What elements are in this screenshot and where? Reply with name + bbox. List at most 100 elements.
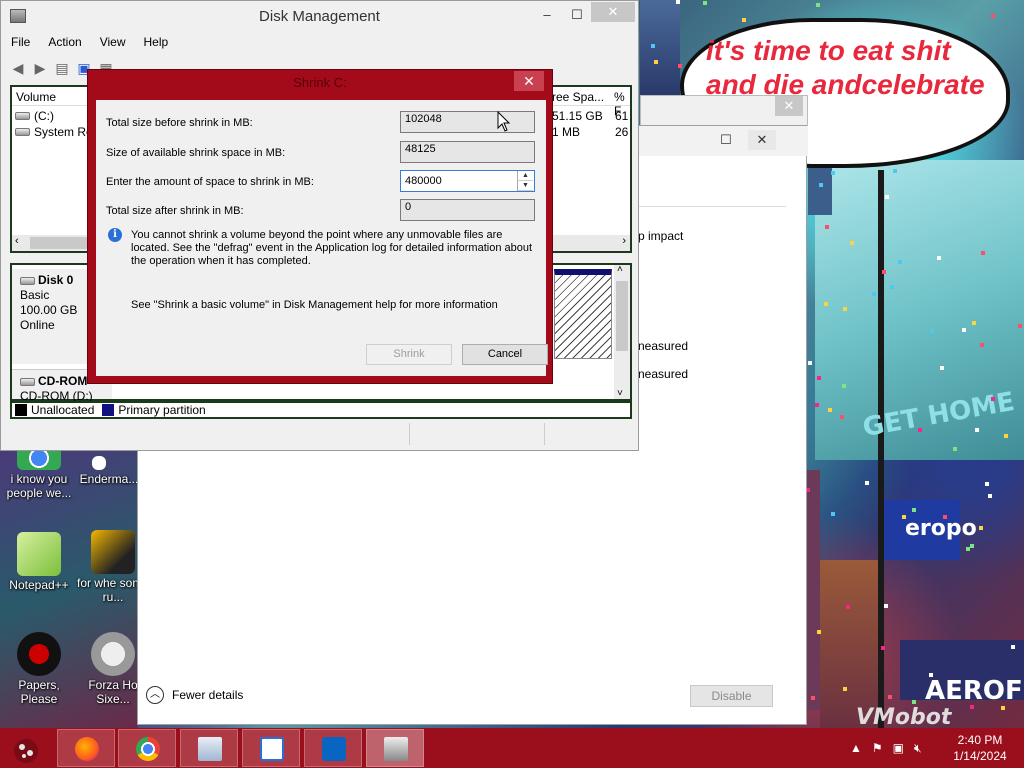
confetti-piece	[930, 328, 935, 333]
confetti-piece	[911, 507, 916, 512]
cancel-button[interactable]: Cancel	[462, 344, 548, 365]
list-item-startup-impact: neasured	[638, 367, 689, 381]
confetti-piece	[888, 695, 893, 700]
dialog-title: Shrink C:	[293, 75, 347, 90]
scroll-down-icon[interactable]: ˅	[617, 388, 623, 399]
column-header-startup-impact[interactable]: p impact	[638, 229, 683, 243]
scrollbar-thumb[interactable]	[30, 237, 90, 249]
taskbar-outlook[interactable]	[304, 729, 362, 767]
shrink-dialog-body: Total size before shrink in MB: 102048 S…	[96, 100, 548, 376]
menu-item-view[interactable]: View	[90, 33, 134, 53]
confetti-piece	[979, 342, 984, 347]
confetti-piece	[816, 376, 821, 381]
disk-icon	[20, 276, 35, 285]
desktop-icon-papers-please[interactable]: Papers, Please	[2, 632, 76, 706]
close-button[interactable]: ✕	[514, 71, 544, 91]
cd-rom-name: CD-ROM	[38, 374, 88, 388]
chrome-icon	[136, 737, 160, 761]
confetti-piece	[971, 321, 976, 326]
action-center-icon[interactable]: ⚑	[872, 741, 883, 755]
confetti-piece	[974, 427, 979, 432]
confetti-piece	[850, 240, 855, 245]
maximize-button[interactable]: ☐	[712, 130, 740, 150]
confetti-piece	[741, 17, 746, 22]
status-bar	[10, 423, 632, 445]
show-hidden-icons-icon[interactable]: ▲	[850, 741, 862, 755]
confetti-piece	[846, 604, 851, 609]
partition-block-unallocated[interactable]	[554, 269, 612, 359]
volume-row-c[interactable]: (C:)	[15, 109, 54, 123]
confetti-piece	[810, 695, 815, 700]
drive-icon	[15, 128, 30, 136]
confetti-piece	[865, 481, 870, 486]
confetti-piece	[1004, 433, 1009, 438]
list-item-startup-impact: neasured	[638, 339, 689, 353]
legend: Unallocated Primary partition	[10, 401, 632, 419]
scroll-up-icon[interactable]: ˄	[617, 264, 623, 275]
fewer-details-button[interactable]: ︿ Fewer details	[146, 686, 243, 704]
spin-down-icon[interactable]: ▼	[518, 181, 533, 191]
disk-name: Disk 0	[38, 273, 74, 287]
confetti-piece	[991, 396, 996, 401]
confetti-piece	[825, 224, 830, 229]
confetti-piece	[842, 383, 847, 388]
desktop-icon-enderman[interactable]: Enderma...	[72, 456, 146, 486]
desktop-icon-notepad-plus-plus[interactable]: Notepad++	[2, 532, 76, 592]
taskbar-firefox[interactable]	[57, 729, 115, 767]
scroll-right-icon[interactable]: ›	[622, 235, 626, 247]
confetti-piece	[823, 301, 828, 306]
close-button[interactable]: ✕	[775, 96, 803, 116]
desktop-icon-i-know-you[interactable]: i know you people we...	[2, 446, 76, 500]
confetti-piece	[840, 414, 845, 419]
taskbar-chrome[interactable]	[118, 729, 176, 767]
scrollbar-thumb[interactable]	[616, 281, 628, 351]
close-button[interactable]: ✕	[748, 130, 776, 150]
desktop-icon-label: i know you people we...	[6, 472, 72, 500]
clock[interactable]: 2:40 PM 1/14/2024	[945, 732, 1015, 764]
confetti-piece	[898, 260, 903, 265]
column-header-free-space[interactable]: ree Spa...	[552, 90, 604, 104]
window-titlebar: ☐ ✕	[638, 126, 808, 156]
confetti-piece	[929, 673, 934, 678]
legend-swatch-unallocated	[15, 404, 27, 416]
column-header-volume[interactable]: Volume	[16, 90, 56, 104]
taskbar-remote-app[interactable]	[242, 729, 300, 767]
wallpaper-building	[640, 0, 680, 95]
scroll-left-icon[interactable]: ‹	[15, 235, 19, 247]
enter-amount-label: Enter the amount of space to shrink in M…	[106, 176, 314, 188]
volume-percent-free: 26	[615, 125, 629, 139]
start-button[interactable]	[6, 733, 46, 765]
maximize-button[interactable]: ☐	[563, 5, 591, 25]
disable-button[interactable]: Disable	[690, 685, 773, 707]
taskbar-task-manager[interactable]	[180, 729, 238, 767]
menu-item-action[interactable]: Action	[38, 33, 89, 53]
network-icon[interactable]: ▣	[893, 741, 904, 755]
shrink-amount-input[interactable]: 480000	[400, 170, 535, 192]
taskbar-disk-management[interactable]	[366, 729, 424, 767]
close-button[interactable]: ✕	[591, 2, 635, 22]
confetti-piece	[885, 195, 890, 200]
back-arrow-icon[interactable]: ◀	[9, 59, 27, 77]
minimize-button[interactable]: –	[533, 5, 561, 25]
desktop-icon-label: Enderma...	[79, 472, 139, 486]
clock-date: 1/14/2024	[953, 749, 1007, 763]
shrink-dialog: Shrink C: ✕ Total size before shrink in …	[87, 69, 553, 384]
confetti-piece	[842, 686, 847, 691]
menu-item-file[interactable]: File	[1, 33, 38, 53]
spin-up-icon[interactable]: ▲	[518, 171, 533, 181]
confetti-piece	[675, 0, 680, 5]
volume-muted-icon[interactable]: 🔇︎	[914, 741, 922, 756]
shrink-button[interactable]: Shrink	[366, 344, 452, 365]
menu-item-help[interactable]: Help	[134, 33, 177, 53]
flash-icon	[91, 632, 135, 676]
confetti-piece	[917, 428, 922, 433]
vertical-scrollbar[interactable]: ˄ ˅	[614, 264, 630, 399]
shrink-amount-spinner[interactable]: ▲ ▼	[517, 171, 533, 191]
fewer-details-label: Fewer details	[172, 688, 244, 702]
forward-arrow-icon[interactable]: ▶	[31, 59, 49, 77]
tab-strip	[638, 179, 786, 207]
show-hide-tree-icon[interactable]: ▤	[53, 59, 71, 77]
confetti-piece	[965, 546, 970, 551]
volume-percent-free: 61	[615, 109, 629, 123]
desktop-icon-label: Notepad++	[9, 578, 69, 592]
